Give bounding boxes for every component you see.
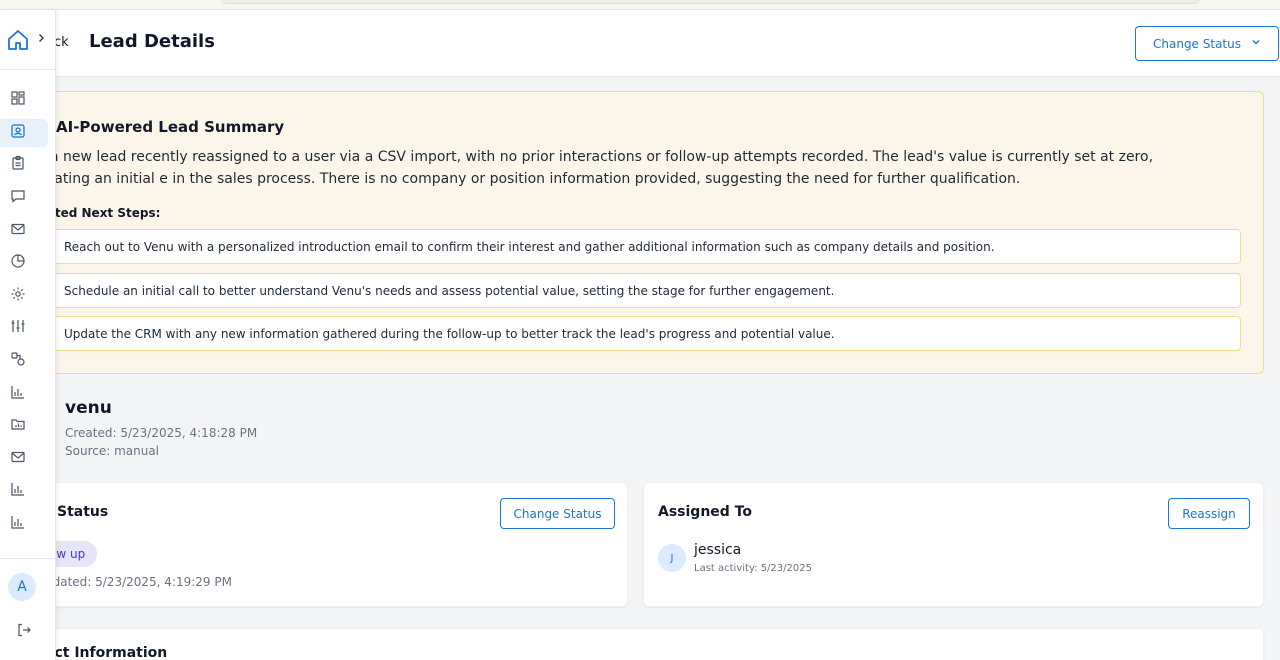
contact-card-icon [10, 123, 26, 143]
status-updated: pdated: 5/23/2025, 4:19:29 PM [45, 575, 232, 589]
sidebar-item-metrics[interactable] [0, 508, 56, 541]
folder-chart-icon [10, 416, 26, 436]
sidebar-header [0, 10, 56, 70]
sidebar-item-messages[interactable] [0, 182, 56, 215]
lead-name: venu [65, 398, 112, 418]
lead-created: Created: 5/23/2025, 4:18:28 PM [65, 426, 258, 440]
integrations-icon [10, 351, 26, 371]
avatar[interactable]: A [8, 573, 36, 601]
bar-chart-icon [10, 481, 26, 501]
logout-icon[interactable] [16, 622, 32, 638]
pie-chart-icon [10, 253, 26, 273]
page-header: ack Lead Details Change Status [0, 10, 1280, 77]
sidebar-item-email[interactable] [0, 214, 56, 247]
sidebar-item-analytics[interactable] [0, 377, 56, 410]
next-step-item: Reach out to Venu with a personalized in… [41, 229, 1241, 264]
sidebar-item-stats[interactable] [0, 475, 56, 508]
sidebar: A [0, 10, 56, 660]
assigned-to-card: Assigned To Reassign J jessica Last acti… [643, 482, 1264, 607]
sidebar-item-dashboard[interactable] [0, 84, 56, 117]
status-card: Status Change Status ow up pdated: 5/23/… [37, 482, 628, 607]
sidebar-item-tasks[interactable] [0, 149, 56, 182]
sidebar-item-inbox[interactable] [0, 443, 56, 476]
change-status-label: Change Status [1153, 36, 1241, 51]
sidebar-item-integrations[interactable] [0, 345, 56, 378]
sidebar-item-settings[interactable] [0, 280, 56, 313]
lead-source: Source: manual [65, 444, 160, 458]
sidebar-item-controls[interactable] [0, 312, 56, 345]
reassign-button[interactable]: Reassign [1168, 498, 1250, 529]
contact-card-title: act Information [45, 645, 168, 660]
chevron-right-icon[interactable] [36, 32, 46, 47]
assigned-card-title: Assigned To [658, 504, 752, 520]
next-step-item: Update the CRM with any new information … [41, 316, 1241, 351]
browser-strip [0, 0, 1280, 10]
mail-icon [10, 221, 26, 241]
change-status-dropdown-button[interactable]: Change Status [1135, 26, 1279, 61]
sidebar-item-files[interactable] [0, 410, 56, 443]
avatar: J [658, 544, 686, 572]
home-icon[interactable] [6, 28, 30, 52]
ai-summary-card: AI-Powered Lead Summary u is a new lead … [21, 91, 1264, 374]
assignee-last-activity: Last activity: 5/23/2025 [694, 563, 812, 574]
mail-icon [10, 449, 26, 469]
page-title: Lead Details [89, 31, 215, 52]
bar-chart-icon [10, 384, 26, 404]
browser-address-bar [220, 0, 1200, 4]
sidebar-item-leads[interactable] [0, 117, 56, 150]
clipboard-icon [10, 155, 26, 175]
ai-summary-title: AI-Powered Lead Summary [56, 118, 285, 136]
ai-summary-text: u is a new lead recently reassigned to a… [21, 149, 1154, 187]
next-step-item: Schedule an initial call to better under… [41, 273, 1241, 308]
dashboard-icon [10, 90, 26, 110]
sidebar-item-reports[interactable] [0, 247, 56, 280]
sidebar-nav [0, 84, 56, 540]
status-card-title: Status [57, 504, 109, 520]
gear-icon [10, 286, 26, 306]
sidebar-divider [0, 558, 56, 559]
contact-information-card: act Information [40, 628, 1264, 660]
change-status-button[interactable]: Change Status [500, 498, 615, 529]
chat-icon [10, 188, 26, 208]
assignee-name: jessica [694, 542, 742, 558]
sliders-icon [10, 318, 26, 338]
bar-chart-icon [10, 514, 26, 534]
chevron-down-icon [1251, 37, 1261, 50]
